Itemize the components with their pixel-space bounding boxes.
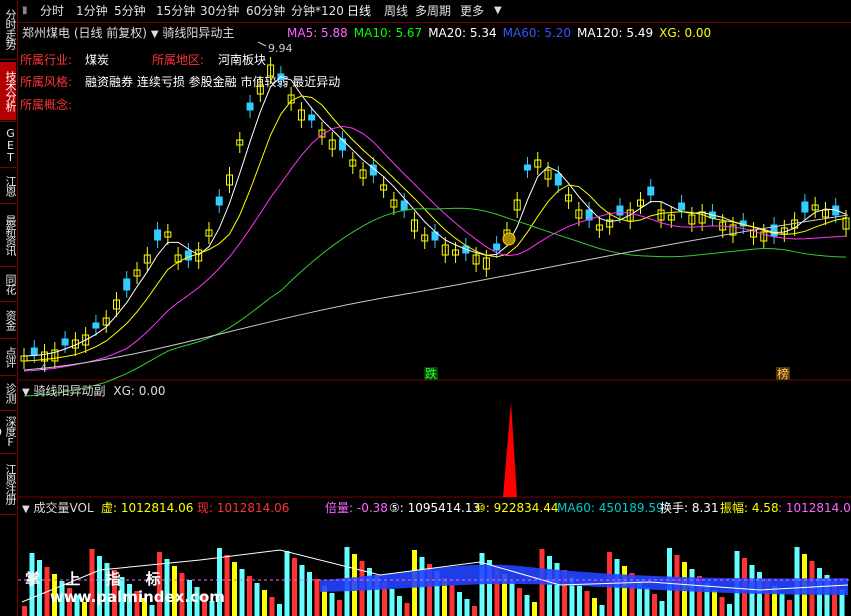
volume-bar bbox=[712, 590, 717, 616]
volume-bar bbox=[464, 599, 470, 616]
volume-bar bbox=[277, 604, 282, 616]
volume-bar bbox=[314, 579, 320, 616]
candle-body bbox=[493, 243, 501, 251]
vol-value-7: 振幅: 4.58 bbox=[720, 501, 779, 515]
candle-body bbox=[554, 173, 562, 186]
candle-body bbox=[678, 202, 686, 211]
vol-value-0: 虚: 1012814.06 bbox=[101, 501, 194, 515]
vol-value-6: 换手: 8.31 bbox=[660, 501, 719, 515]
volume-bar bbox=[329, 593, 335, 616]
volume-bar bbox=[224, 555, 230, 616]
volume-bar bbox=[254, 583, 260, 616]
volume-bar bbox=[727, 604, 732, 616]
bang-marker: 榜 bbox=[777, 366, 789, 381]
vol-value-5: MA60: 450189.59 bbox=[557, 501, 664, 515]
high-label: 9.94 bbox=[268, 42, 293, 55]
volume-bar bbox=[472, 606, 477, 616]
vol-value-3: ⑤: 1095414.13 bbox=[389, 501, 481, 515]
volume-bar bbox=[689, 569, 695, 616]
volume-bar bbox=[787, 600, 792, 616]
signal-spike bbox=[503, 402, 517, 497]
candle-body bbox=[215, 196, 223, 206]
vol-indicator-name[interactable]: 成交量VOL bbox=[34, 501, 94, 515]
candle-body bbox=[246, 102, 254, 111]
volume-bar bbox=[262, 590, 267, 616]
candle-body bbox=[400, 200, 408, 211]
volume-bar bbox=[389, 589, 395, 616]
candle-body bbox=[154, 229, 162, 241]
volume-bar bbox=[337, 600, 342, 616]
indicator-dropdown-icon[interactable]: ▼ bbox=[22, 387, 30, 398]
volume-bar bbox=[269, 597, 275, 616]
volume-bar bbox=[307, 572, 312, 616]
volume-bar bbox=[239, 569, 245, 616]
volume-bar bbox=[449, 585, 455, 616]
kline-chart[interactable]: 9.94 4 跌 榜 bbox=[0, 0, 851, 616]
volume-bar bbox=[367, 568, 372, 616]
die-marker: 跌 bbox=[425, 366, 437, 381]
volume-bar bbox=[532, 602, 537, 616]
volume-bar bbox=[652, 594, 657, 616]
volume-bar bbox=[299, 565, 305, 616]
signal-badge bbox=[502, 232, 516, 246]
volume-bar bbox=[292, 558, 297, 616]
volume-bar bbox=[779, 593, 785, 616]
candle-body bbox=[92, 322, 100, 329]
volume-bar bbox=[592, 598, 597, 616]
volume-bar bbox=[644, 587, 650, 616]
vol-value-8: : 1012814.06 bbox=[778, 501, 851, 515]
volume-bar bbox=[149, 605, 155, 616]
candle-body bbox=[523, 164, 531, 171]
vol-panel-title: ▼ 成交量VOL bbox=[22, 501, 94, 517]
candle-body bbox=[647, 186, 655, 196]
vol-value-1: 现: 1012814.06 bbox=[197, 501, 290, 515]
sub-panel-title: ▼ 骑线阳异动副 XG: 0.00 bbox=[22, 384, 165, 400]
candle-body bbox=[801, 201, 809, 213]
volume-bar bbox=[517, 588, 522, 616]
volume-bar bbox=[547, 556, 552, 616]
volume-bar bbox=[232, 562, 237, 616]
candle-body bbox=[184, 250, 192, 261]
candle-body bbox=[30, 347, 38, 356]
sub-xg-value: XG: 0.00 bbox=[113, 384, 166, 398]
volume-bar bbox=[247, 576, 252, 616]
volume-bar bbox=[284, 551, 290, 616]
volume-bar bbox=[509, 581, 515, 616]
vol-value-2: 倍量: -0.38 bbox=[325, 501, 388, 515]
candle-body bbox=[308, 114, 316, 121]
volume-bar bbox=[397, 596, 402, 616]
low-label: 4 bbox=[40, 362, 47, 375]
watermark-text: 掌 上 指 标 bbox=[25, 570, 171, 588]
watermark-url: www.palmindex.com bbox=[50, 588, 225, 606]
volume-bar bbox=[719, 597, 725, 616]
volume-bar bbox=[524, 595, 530, 616]
candle-body bbox=[616, 205, 624, 216]
volume-bar bbox=[577, 584, 582, 616]
volume-bar bbox=[22, 606, 27, 616]
volume-bar bbox=[599, 605, 605, 616]
volume-bar bbox=[584, 591, 590, 616]
volume-bar bbox=[622, 566, 627, 616]
candle-body bbox=[61, 338, 69, 346]
vol-dropdown-icon[interactable]: ▼ bbox=[22, 504, 30, 515]
candle-body bbox=[123, 278, 131, 291]
high-pointer bbox=[257, 41, 267, 47]
volume-bar bbox=[404, 603, 410, 616]
volume-bar bbox=[457, 592, 462, 616]
volume-bar bbox=[659, 601, 665, 616]
sub-indicator-name[interactable]: 骑线阳异动副 bbox=[34, 384, 106, 398]
vol-value-4: ⑩: 922834.44 bbox=[475, 501, 559, 515]
